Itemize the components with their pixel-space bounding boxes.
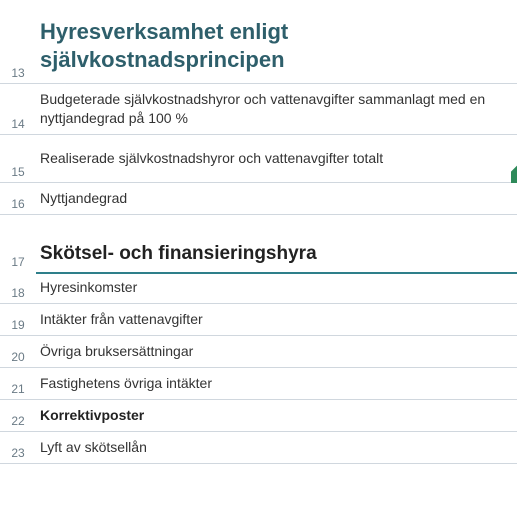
row-header[interactable]: 20 xyxy=(0,336,36,367)
spreadsheet-fragment: 13 Hyresverksamhet enligt självkostnadsp… xyxy=(0,0,517,464)
row-23[interactable]: 23 Lyft av skötsellån xyxy=(0,432,517,464)
cell[interactable]: Nyttjandegrad xyxy=(36,183,517,214)
row-13[interactable]: 13 Hyresverksamhet enligt självkostnadsp… xyxy=(0,0,517,84)
cell[interactable]: Fastighetens övriga intäkter xyxy=(36,368,517,399)
row-22[interactable]: 22 Korrektivposter xyxy=(0,400,517,432)
cell-bold[interactable]: Korrektivposter xyxy=(36,400,517,431)
title-cell[interactable]: Hyresverksamhet enligt självkostnadsprin… xyxy=(36,0,517,83)
row-header[interactable]: 22 xyxy=(0,400,36,431)
row-header[interactable]: 18 xyxy=(0,272,36,303)
row-header[interactable]: 17 xyxy=(0,215,36,273)
row-15[interactable]: 15 Realiserade självkostnadshyror och va… xyxy=(0,135,517,183)
row-header[interactable]: 14 xyxy=(0,84,36,134)
cell[interactable]: Budgeterade självkostnadshyror och vatte… xyxy=(36,84,517,134)
row-18[interactable]: 18 Hyresinkomster xyxy=(0,272,517,304)
row-header[interactable]: 15 xyxy=(0,135,36,182)
row-header[interactable]: 13 xyxy=(0,0,36,83)
cell[interactable]: Realiserade självkostnadshyror och vatte… xyxy=(36,135,517,182)
cell[interactable]: Intäkter från vattenavgifter xyxy=(36,304,517,335)
row-19[interactable]: 19 Intäkter från vattenavgifter xyxy=(0,304,517,336)
row-header[interactable]: 19 xyxy=(0,304,36,335)
row-header[interactable]: 16 xyxy=(0,183,36,214)
row-14[interactable]: 14 Budgeterade självkostnadshyror och va… xyxy=(0,84,517,135)
row-17[interactable]: 17 Skötsel- och finansieringshyra xyxy=(0,215,517,273)
cell[interactable]: Övriga bruksersättningar xyxy=(36,336,517,367)
row-20[interactable]: 20 Övriga bruksersättningar xyxy=(0,336,517,368)
cell[interactable]: Lyft av skötsellån xyxy=(36,432,517,463)
row-16[interactable]: 16 Nyttjandegrad xyxy=(0,183,517,215)
cell[interactable]: Hyresinkomster xyxy=(36,272,517,303)
section-header-cell[interactable]: Skötsel- och finansieringshyra xyxy=(36,215,517,273)
row-21[interactable]: 21 Fastighetens övriga intäkter xyxy=(0,368,517,400)
row-header[interactable]: 21 xyxy=(0,368,36,399)
row-header[interactable]: 23 xyxy=(0,432,36,463)
